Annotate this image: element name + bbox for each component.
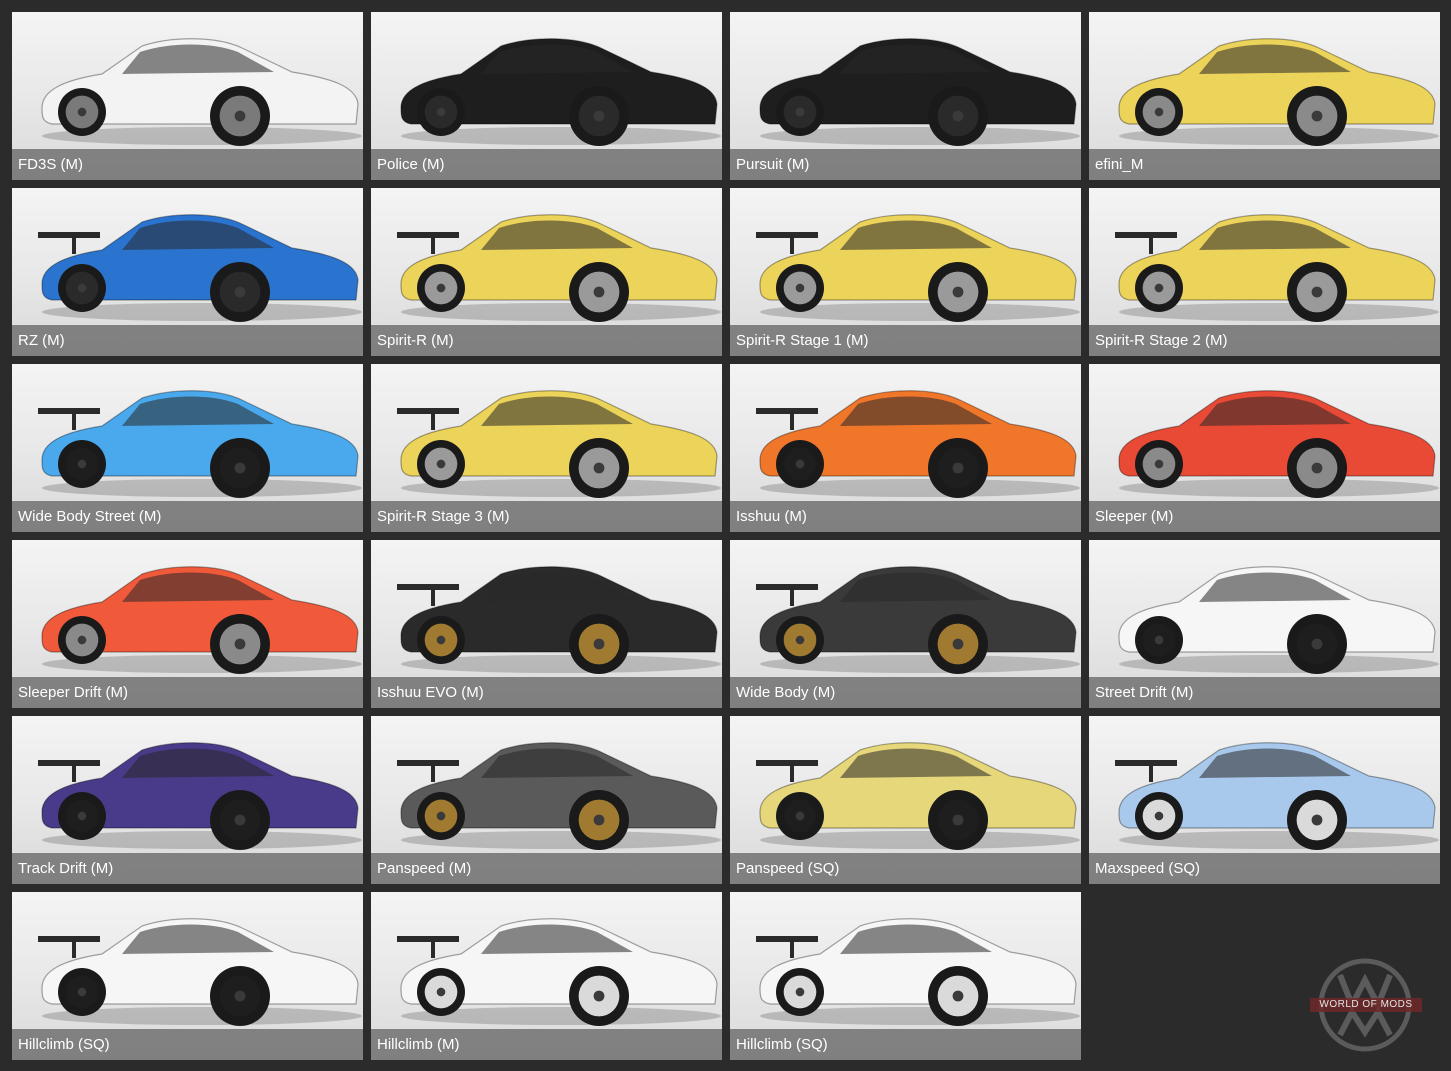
car-thumbnail (371, 188, 722, 325)
variant-tile[interactable]: Isshuu (M) (730, 364, 1081, 532)
car-icon (38, 390, 362, 498)
variant-tile[interactable]: Pursuit (M) (730, 12, 1081, 180)
variant-label: Track Drift (M) (12, 853, 363, 884)
car-icon (756, 918, 1080, 1026)
variant-label: Isshuu EVO (M) (371, 677, 722, 708)
car-icon (756, 214, 1080, 322)
variant-tile[interactable]: Spirit-R Stage 1 (M) (730, 188, 1081, 356)
car-thumbnail (730, 188, 1081, 325)
car-icon (397, 390, 721, 498)
car-icon (759, 38, 1080, 146)
car-thumbnail (12, 188, 363, 325)
variant-tile[interactable]: Spirit-R Stage 3 (M) (371, 364, 722, 532)
car-thumbnail (1089, 12, 1440, 149)
variant-tile[interactable]: Track Drift (M) (12, 716, 363, 884)
variant-label: Maxspeed (SQ) (1089, 853, 1440, 884)
variant-tile[interactable]: Isshuu EVO (M) (371, 540, 722, 708)
variant-grid: FD3S (M) Police (M) Pursuit (M) efini_M RZ (… (12, 12, 1440, 1060)
car-thumbnail (730, 12, 1081, 149)
car-thumbnail (730, 716, 1081, 853)
car-thumbnail (12, 12, 363, 149)
car-thumbnail (730, 364, 1081, 501)
car-icon (1115, 742, 1439, 850)
car-thumbnail (12, 540, 363, 677)
variant-label: RZ (M) (12, 325, 363, 356)
variant-label: Spirit-R Stage 1 (M) (730, 325, 1081, 356)
variant-tile[interactable]: Wide Body (M) (730, 540, 1081, 708)
variant-tile[interactable]: Sleeper (M) (1089, 364, 1440, 532)
variant-label: FD3S (M) (12, 149, 363, 180)
variant-tile[interactable]: Maxspeed (SQ) (1089, 716, 1440, 884)
car-icon (38, 742, 362, 850)
car-icon (756, 390, 1080, 498)
variant-tile[interactable]: Street Drift (M) (1089, 540, 1440, 708)
car-icon (397, 566, 721, 674)
variant-tile[interactable]: Panspeed (M) (371, 716, 722, 884)
car-thumbnail (371, 892, 722, 1029)
watermark-text: WORLD OF MODS (1310, 998, 1422, 1012)
car-icon (1118, 390, 1439, 498)
variant-label: Sleeper Drift (M) (12, 677, 363, 708)
car-thumbnail (371, 540, 722, 677)
car-thumbnail (1089, 188, 1440, 325)
variant-label: Pursuit (M) (730, 149, 1081, 180)
car-thumbnail (730, 540, 1081, 677)
variant-tile[interactable]: Hillclimb (SQ) (12, 892, 363, 1060)
watermark-logo: WORLD OF MODS (1300, 950, 1430, 1060)
car-icon (1118, 566, 1439, 674)
variant-label: Spirit-R Stage 2 (M) (1089, 325, 1440, 356)
variant-label: efini_M (1089, 149, 1440, 180)
variant-tile[interactable]: Wide Body Street (M) (12, 364, 363, 532)
car-icon (38, 214, 362, 322)
car-thumbnail (1089, 716, 1440, 853)
variant-label: Isshuu (M) (730, 501, 1081, 532)
car-icon (756, 742, 1080, 850)
car-icon (397, 214, 721, 322)
car-thumbnail (1089, 364, 1440, 501)
car-thumbnail (12, 716, 363, 853)
variant-label: Sleeper (M) (1089, 501, 1440, 532)
car-icon (41, 566, 362, 674)
variant-label: Police (M) (371, 149, 722, 180)
car-thumbnail (12, 364, 363, 501)
variant-tile[interactable]: Hillclimb (SQ) (730, 892, 1081, 1060)
variant-tile[interactable]: FD3S (M) (12, 12, 363, 180)
variant-tile[interactable]: Sleeper Drift (M) (12, 540, 363, 708)
car-icon (38, 918, 362, 1026)
car-thumbnail (730, 892, 1081, 1029)
car-icon (1115, 214, 1439, 322)
variant-label: Hillclimb (SQ) (730, 1029, 1081, 1060)
variant-label: Spirit-R Stage 3 (M) (371, 501, 722, 532)
variant-tile[interactable]: Spirit-R (M) (371, 188, 722, 356)
variant-label: Panspeed (SQ) (730, 853, 1081, 884)
car-thumbnail (12, 892, 363, 1029)
car-icon (41, 38, 362, 146)
variant-tile[interactable]: Police (M) (371, 12, 722, 180)
variant-label: Hillclimb (M) (371, 1029, 722, 1060)
variant-tile[interactable]: Spirit-R Stage 2 (M) (1089, 188, 1440, 356)
car-icon (397, 918, 721, 1026)
car-thumbnail (371, 364, 722, 501)
variant-label: Street Drift (M) (1089, 677, 1440, 708)
variant-label: Wide Body (M) (730, 677, 1081, 708)
variant-label: Wide Body Street (M) (12, 501, 363, 532)
variant-label: Panspeed (M) (371, 853, 722, 884)
car-icon (397, 742, 721, 850)
variant-tile[interactable]: efini_M (1089, 12, 1440, 180)
car-thumbnail (371, 12, 722, 149)
variant-label: Spirit-R (M) (371, 325, 722, 356)
variant-tile[interactable]: Hillclimb (M) (371, 892, 722, 1060)
variant-tile[interactable]: Panspeed (SQ) (730, 716, 1081, 884)
car-icon (756, 566, 1080, 674)
car-thumbnail (371, 716, 722, 853)
variant-tile[interactable]: RZ (M) (12, 188, 363, 356)
variant-label: Hillclimb (SQ) (12, 1029, 363, 1060)
car-icon (400, 38, 721, 146)
car-thumbnail (1089, 540, 1440, 677)
car-icon (1118, 38, 1439, 146)
